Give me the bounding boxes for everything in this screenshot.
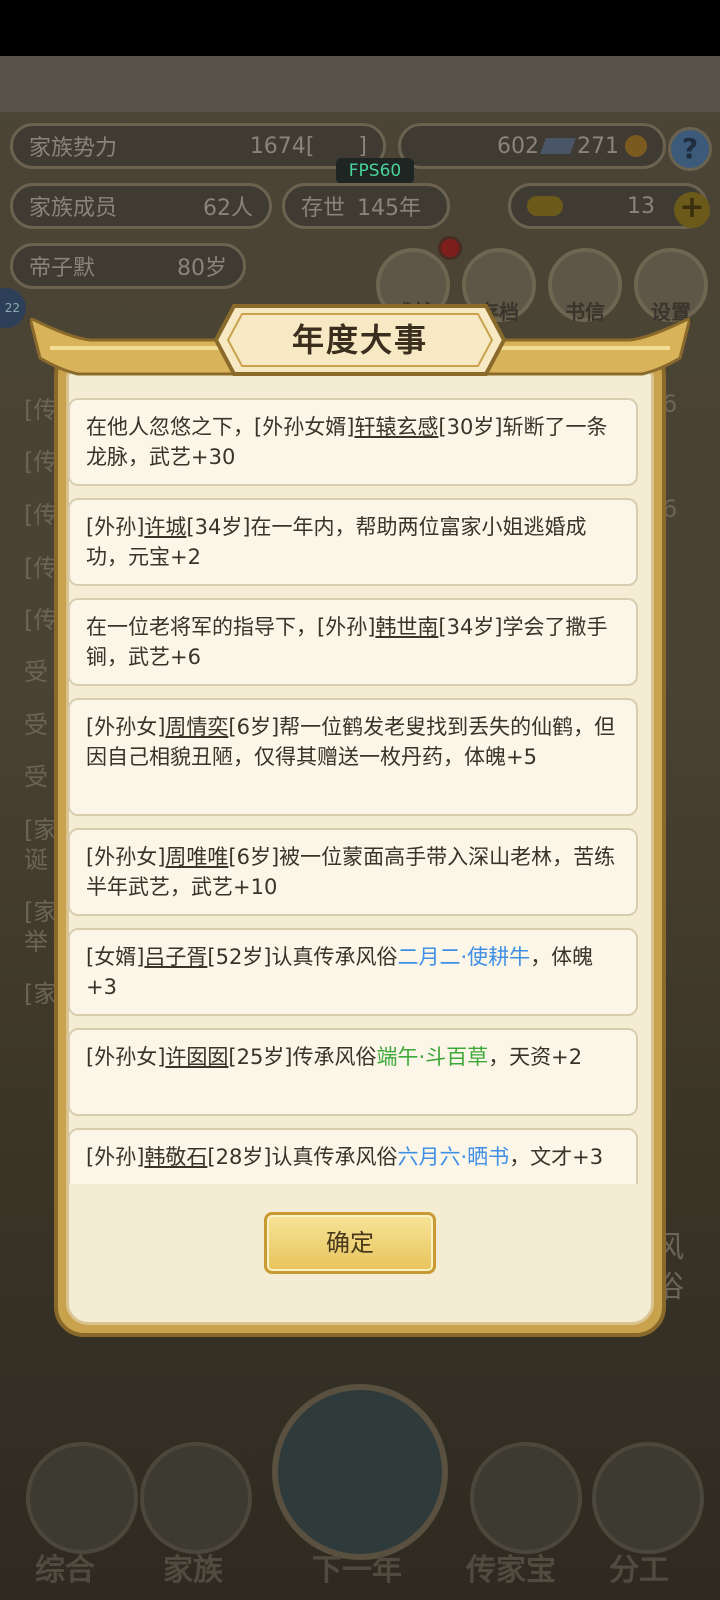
nav-next-year-label: 下一年 — [312, 1553, 402, 1588]
event-text: 在一位老将军的指导下，[外孙] — [86, 615, 376, 639]
event-item: [外孙女]周唯唯[6岁]被一位蒙面高手带入深山老林，苦练半年武艺，武艺+10 — [68, 828, 638, 916]
bg-log-text: 诞 — [24, 846, 48, 874]
family-power-value: 1674[] — [249, 133, 367, 159]
existence-value: 145年 — [357, 196, 422, 221]
family-power-label: 家族势力 — [29, 136, 118, 161]
event-item: [女婿]吕子胥[52岁]认真传承风俗二月二·使耕牛，体魄+3 — [68, 928, 638, 1016]
event-text: [52岁]认真传承风俗 — [207, 945, 398, 969]
fps-counter: FPS60 — [336, 158, 414, 184]
letters-button[interactable]: 书信 — [548, 248, 622, 324]
character-name-link[interactable]: 许囡囡 — [165, 1045, 228, 1069]
bg-log-text: 举 — [24, 928, 48, 956]
character-name-link[interactable]: 周情奕 — [165, 715, 228, 739]
event-item: [外孙女]周情奕[6岁]帮一位鹤发老叟找到丢失的仙鹤，但因自己相貌丑陋，仅得其赠… — [68, 698, 638, 816]
event-text: [外孙] — [86, 1145, 145, 1169]
character-name-link[interactable]: 轩辕玄感 — [354, 415, 438, 439]
event-item: 在他人忽悠之下，[外孙女婿]轩辕玄感[30岁]斩断了一条龙脉，武艺+30 — [68, 398, 638, 486]
character-name-link[interactable]: 韩世南 — [375, 615, 438, 639]
family-power-panel[interactable]: 家族势力 1674[] — [10, 123, 386, 169]
confirm-button[interactable]: 确定 — [264, 1212, 436, 1274]
bg-log-text: [传 — [24, 606, 58, 634]
currency-panel[interactable]: 602 271 — [398, 123, 666, 169]
bg-log-text: [传 — [24, 554, 58, 582]
currency-b-value: 271 — [577, 133, 619, 159]
event-text: [外孙女] — [86, 845, 166, 869]
notification-dot — [438, 236, 462, 260]
event-text: 在他人忽悠之下，[外孙女婿] — [86, 415, 355, 439]
character-name-link[interactable]: 吕子胥 — [144, 945, 207, 969]
nav-overview-label: 综合 — [35, 1553, 95, 1588]
event-text: [28岁]认真传承风俗 — [207, 1145, 398, 1169]
nav-family-label: 家族 — [163, 1553, 223, 1588]
coin-icon — [625, 135, 647, 157]
gold-ingot-icon — [527, 196, 563, 216]
bg-log-text: 受 — [24, 763, 48, 791]
nav-next-year-button[interactable] — [272, 1384, 448, 1560]
event-text: [外孙] — [86, 515, 145, 539]
status-bar — [0, 0, 720, 56]
bg-log-text: [传 — [24, 448, 58, 476]
emperor-age: 80岁 — [177, 256, 227, 281]
bg-log-text: 受 — [24, 658, 48, 686]
nav-overview-button[interactable] — [26, 1442, 138, 1554]
settings-button[interactable]: 设置 — [634, 248, 708, 324]
event-item: 在一位老将军的指导下，[外孙]韩世南[34岁]学会了撒手锏，武艺+6 — [68, 598, 638, 686]
nav-duties-button[interactable] — [592, 1442, 704, 1554]
bg-log-text: [家 — [24, 980, 58, 1008]
family-members-value: 62人 — [203, 196, 253, 221]
event-text: [外孙女] — [86, 1045, 166, 1069]
bg-log-text: 受 — [24, 711, 48, 739]
nav-heirloom-label: 传家宝 — [466, 1553, 556, 1588]
event-item: [外孙]许城[34岁]在一年内，帮助两位富家小姐逃婚成功，元宝+2 — [68, 498, 638, 586]
event-item: [外孙]韩敬石[28岁]认真传承风俗六月六·晒书，文才+3 — [68, 1128, 638, 1184]
nav-family-button[interactable] — [140, 1442, 252, 1554]
bg-log-text: [传 — [24, 501, 58, 529]
existence-label: 存世 — [301, 196, 346, 221]
event-text: [女婿] — [86, 945, 145, 969]
top-band — [0, 56, 720, 112]
gold-value: 13 — [627, 193, 655, 219]
event-text: [外孙女] — [86, 715, 166, 739]
custom-name: 二月二·使耕牛 — [397, 945, 531, 969]
custom-name: 端午·斗百草 — [376, 1045, 489, 1069]
nav-heirloom-button[interactable] — [470, 1442, 582, 1554]
emperor-label: 帝子默 — [29, 256, 96, 281]
event-text: ，天资+2 — [488, 1045, 583, 1069]
emperor-panel[interactable]: 帝子默 80岁 — [10, 243, 246, 289]
family-members-panel[interactable]: 家族成员 62人 — [10, 183, 272, 229]
events-list[interactable]: 在他人忽悠之下，[外孙女婿]轩辕玄感[30岁]斩断了一条龙脉，武艺+30 [外孙… — [68, 396, 638, 1184]
event-text: ，文才+3 — [509, 1145, 604, 1169]
help-icon[interactable]: ? — [668, 127, 712, 171]
event-text: [25岁]传承风俗 — [228, 1045, 377, 1069]
currency-a-value: 602 — [497, 133, 539, 159]
add-gold-icon[interactable]: + — [674, 192, 710, 228]
dialog-title: 年度大事 — [291, 321, 428, 359]
event-item: [外孙女]许囡囡[25岁]传承风俗端午·斗百草，天资+2 — [68, 1028, 638, 1116]
character-name-link[interactable]: 周唯唯 — [165, 845, 228, 869]
character-name-link[interactable]: 许城 — [144, 515, 186, 539]
character-name-link[interactable]: 韩敬石 — [144, 1145, 207, 1169]
existence-panel[interactable]: 存世 145年 — [282, 183, 450, 229]
custom-name: 六月六·晒书 — [397, 1145, 510, 1169]
nav-duties-label: 分工 — [609, 1553, 669, 1588]
scroll-icon — [540, 138, 576, 154]
family-members-label: 家族成员 — [29, 196, 118, 221]
